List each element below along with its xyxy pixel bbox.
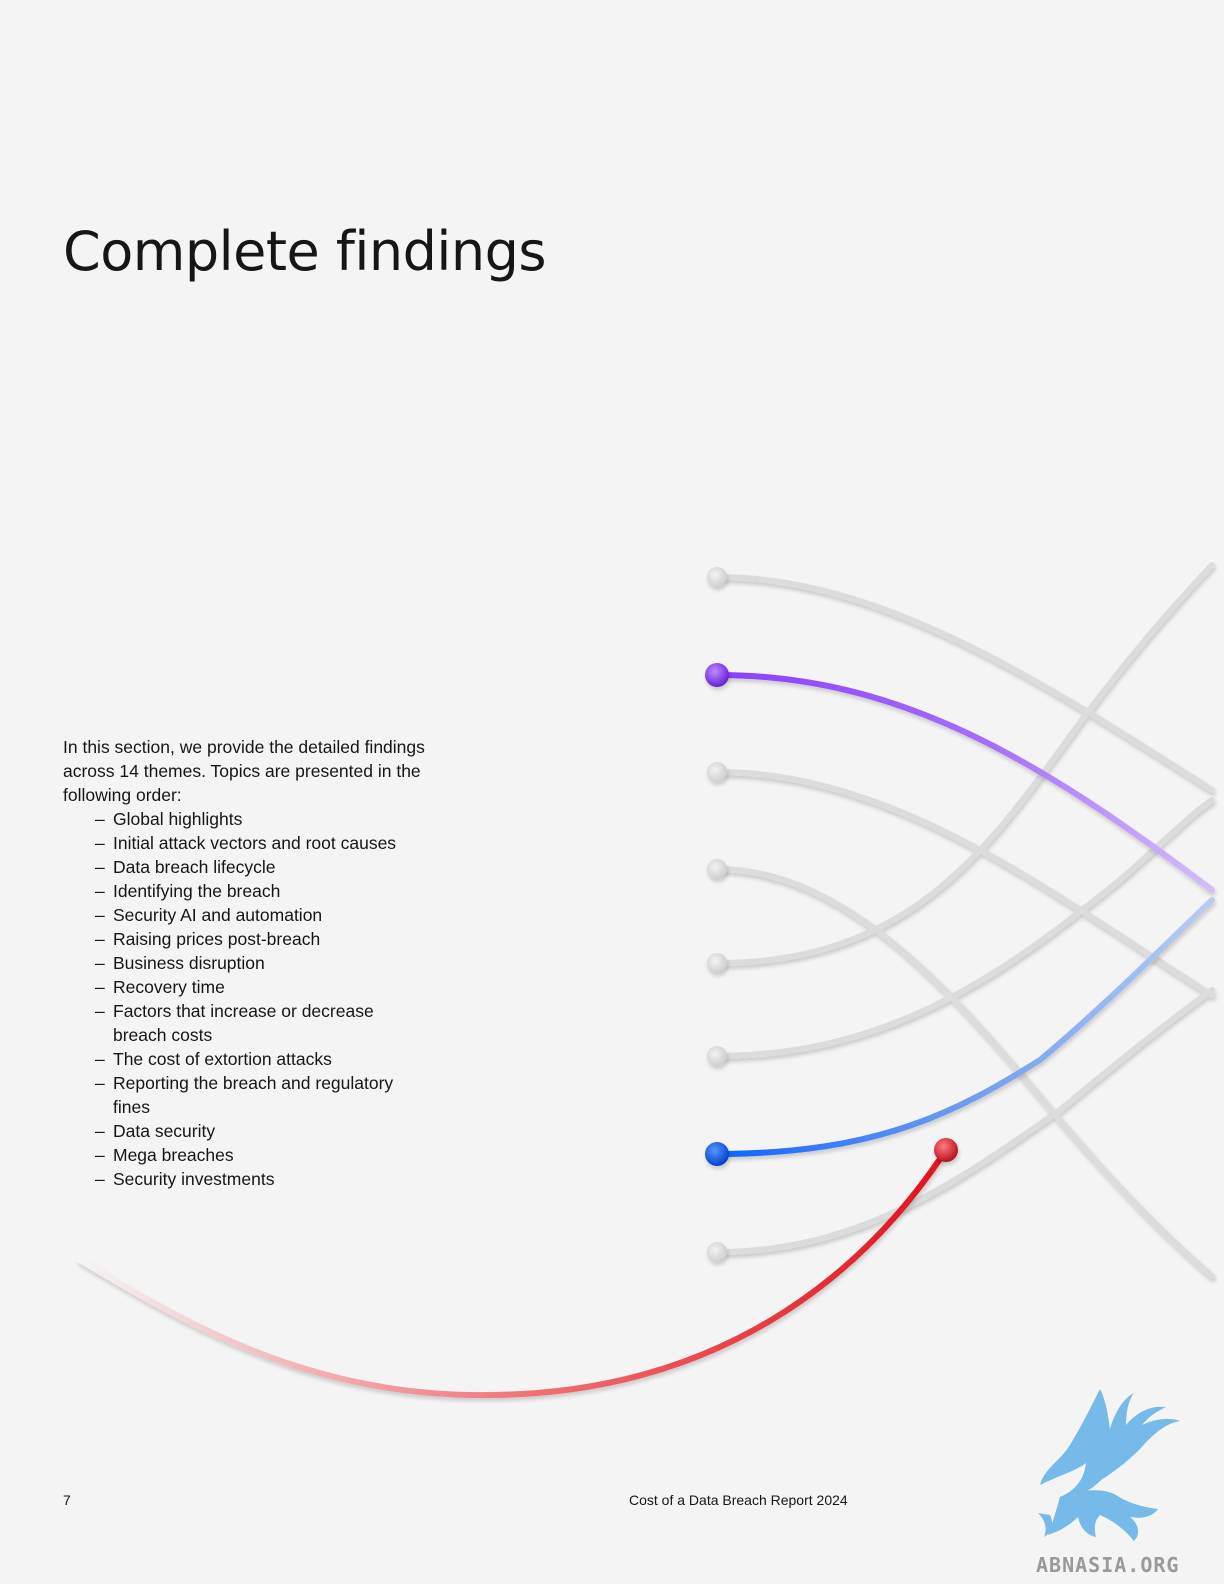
griffin-logo-icon: [1038, 1389, 1180, 1541]
list-item: – Identifying the breach: [95, 879, 425, 903]
topic-label: Factors that increase or decrease breach…: [113, 1001, 374, 1045]
gray-node-2: [707, 762, 727, 782]
topic-label: Data security: [113, 1121, 216, 1141]
dash-icon: –: [95, 809, 105, 829]
dash-icon: –: [95, 1145, 105, 1165]
dash-icon: –: [95, 1073, 105, 1093]
gray-node-6: [707, 1242, 727, 1262]
page-number: 7: [63, 1492, 71, 1508]
topic-label: Global highlights: [113, 809, 243, 829]
blue-node: [705, 1142, 729, 1166]
report-title: Cost of a Data Breach Report 2024: [629, 1492, 848, 1508]
gray-node-4: [707, 953, 727, 973]
list-item: – Reporting the breach and regulatory fin…: [95, 1071, 425, 1119]
topic-label: Initial attack vectors and root causes: [113, 833, 397, 853]
list-item: – Factors that increase or decrease breac…: [95, 999, 425, 1047]
list-item: – The cost of extortion attacks: [95, 1047, 425, 1071]
list-item: – Security investments: [95, 1167, 425, 1191]
list-item: – Data breach lifecycle: [95, 855, 425, 879]
dash-icon: –: [95, 833, 105, 853]
intro-paragraph: In this section, we provide the detailed…: [63, 737, 425, 805]
dash-icon: –: [95, 1169, 105, 1189]
dash-icon: –: [95, 857, 105, 877]
topics-list: – Global highlights – Initial attack vecto…: [95, 807, 425, 1191]
topic-label: Mega breaches: [113, 1145, 234, 1165]
dash-icon: –: [95, 881, 105, 901]
gray-line-6: [714, 987, 1215, 1255]
gray-node-1: [707, 567, 727, 587]
gray-line-3: [714, 866, 1215, 1279]
purple-node: [705, 663, 729, 687]
list-item: – Raising prices post-breach: [95, 927, 425, 951]
list-item: – Security AI and automation: [95, 903, 425, 927]
topic-label: Identifying the breach: [113, 881, 281, 901]
topic-label: Security investments: [113, 1169, 275, 1189]
topic-label: The cost of extortion attacks: [113, 1049, 332, 1069]
dash-icon: –: [95, 929, 105, 949]
dash-icon: –: [95, 1001, 105, 1021]
topic-label: Reporting the breach and regulatory fine…: [113, 1073, 394, 1117]
purple-line: [714, 672, 1215, 893]
dash-icon: –: [95, 905, 105, 925]
gray-node-3: [707, 859, 727, 879]
dash-icon: –: [95, 977, 105, 997]
gray-line-1: [714, 574, 1215, 793]
topic-label: Security AI and automation: [113, 905, 323, 925]
dash-icon: –: [95, 1049, 105, 1069]
list-item: – Data security: [95, 1119, 425, 1143]
topic-label: Recovery time: [113, 977, 225, 997]
page-title: Complete findings: [63, 220, 547, 283]
topic-label: Data breach lifecycle: [113, 857, 276, 877]
list-item: – Initial attack vectors and root causes: [95, 831, 425, 855]
topic-label: Business disruption: [113, 953, 265, 973]
dash-icon: –: [95, 1121, 105, 1141]
list-item: – Business disruption: [95, 951, 425, 975]
blue-line: [714, 897, 1215, 1157]
gray-node-5: [707, 1046, 727, 1066]
dash-icon: –: [95, 953, 105, 973]
red-node: [934, 1138, 958, 1162]
watermark-text: ABNASIA.ORG: [1036, 1553, 1180, 1577]
gray-line-4: [714, 562, 1215, 966]
list-item: – Global highlights: [95, 807, 425, 831]
list-item: – Recovery time: [95, 975, 425, 999]
topic-label: Raising prices post-breach: [113, 929, 321, 949]
list-item: – Mega breaches: [95, 1143, 425, 1167]
